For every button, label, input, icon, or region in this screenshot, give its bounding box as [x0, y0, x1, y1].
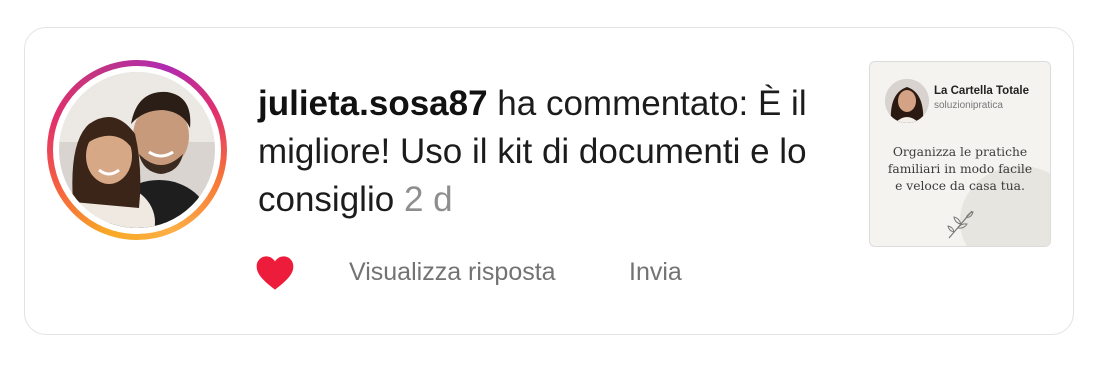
avatar-ring-gap [53, 66, 221, 234]
comment-timestamp: 2 d [403, 180, 453, 219]
thumbnail-caption: Organizza le pratiche familiari in modo … [887, 145, 1033, 193]
post-thumbnail[interactable]: La Cartella Totale soluzionipratica Orga… [869, 61, 1051, 247]
thumbnail-avatar [885, 79, 929, 123]
comment-username[interactable]: julieta.sosa87 [258, 84, 488, 123]
thumbnail-account-handle: soluzionipratica [934, 100, 1003, 111]
avatar[interactable] [59, 72, 215, 228]
thumbnail-avatar-photo [885, 79, 929, 123]
view-replies-link[interactable]: Visualizza risposta [349, 258, 556, 287]
comment-text: julieta.sosa87 ha commentato: È il migli… [258, 80, 838, 224]
send-button[interactable]: Invia [629, 258, 682, 287]
leaf-sprig-icon [947, 210, 974, 239]
heart-icon[interactable] [255, 254, 295, 292]
avatar-photo-couple [59, 72, 215, 228]
thumbnail-account-name: La Cartella Totale [934, 85, 1030, 97]
story-ring[interactable] [47, 60, 227, 240]
